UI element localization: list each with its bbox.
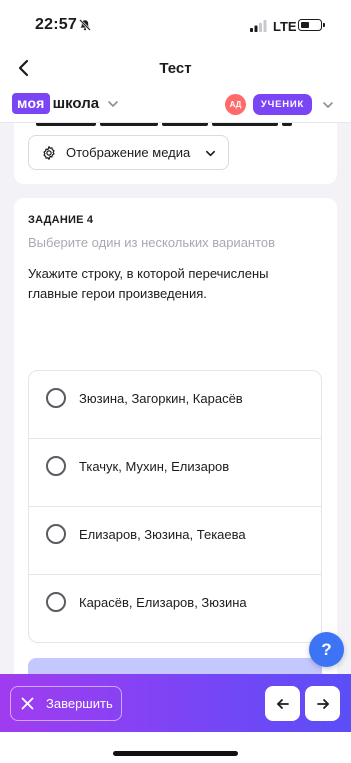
radio-button[interactable] (46, 456, 66, 476)
answer-option[interactable]: Ткачук, Мухин, Елизаров (29, 439, 321, 507)
chevron-down-icon[interactable] (322, 99, 334, 111)
media-display-button[interactable]: Отображение медиа (28, 135, 229, 170)
arrow-right-icon (316, 698, 329, 709)
app-header: моя школа АД УЧЕНИК (0, 88, 351, 123)
logo-part-2: школа (52, 95, 100, 112)
home-area (0, 732, 351, 763)
media-display-label: Отображение медиа (66, 145, 191, 160)
radio-button[interactable] (46, 592, 66, 612)
battery-icon (298, 19, 322, 31)
finish-button[interactable]: Завершить (10, 686, 122, 721)
question-icon: ? (321, 639, 332, 659)
answer-option[interactable]: Карасёв, Елизаров, Зюзина (29, 575, 321, 642)
task-question: Укажите строку, в которой перечислены гл… (28, 266, 269, 301)
next-task-button[interactable] (305, 686, 340, 721)
logo-menu[interactable]: моя школа (12, 93, 119, 114)
previous-task-card: Отображение медиа (14, 123, 337, 184)
answer-option-label: Карасёв, Елизаров, Зюзина (79, 595, 247, 610)
avatar[interactable]: АД (225, 94, 246, 115)
finish-label: Завершить (46, 696, 113, 711)
previous-task-button[interactable] (265, 686, 300, 721)
cut-off-heading (36, 123, 292, 126)
task-card: ЗАДАНИЕ 4 Выберите один из нескольких ва… (14, 198, 337, 698)
page-title: Тест (159, 60, 192, 77)
chevron-down-icon (108, 100, 118, 107)
gear-icon (43, 145, 55, 160)
radio-button[interactable] (46, 388, 66, 408)
help-button[interactable]: ? (309, 632, 344, 667)
nav-bar: Тест (0, 50, 351, 88)
task-number: ЗАДАНИЕ 4 (28, 214, 94, 226)
network-type: LTE (273, 19, 297, 34)
answer-option[interactable]: Зюзина, Загоркин, Карасёв (29, 371, 321, 439)
arrow-left-icon (276, 698, 289, 709)
answer-option-label: Ткачук, Мухин, Елизаров (79, 459, 230, 474)
battery-tip (323, 23, 325, 27)
answer-options: Зюзина, Загоркин, Карасёв Ткачук, Мухин,… (28, 370, 322, 643)
role-badge[interactable]: УЧЕНИК (253, 94, 312, 115)
bell-slash-icon (79, 19, 91, 31)
status-time: 22:57 (35, 16, 77, 33)
home-indicator[interactable] (113, 751, 238, 756)
bottom-bar: Завершить (0, 674, 351, 732)
signal-icon (250, 20, 267, 32)
task-hint: Выберите один из нескольких вариантов (28, 235, 276, 250)
answer-option[interactable]: Елизаров, Зюзина, Текаева (29, 507, 321, 575)
chevron-down-icon (206, 150, 215, 157)
radio-button[interactable] (46, 524, 66, 544)
logo-part-1: моя (12, 93, 50, 114)
status-bar: 22:57 LTE (0, 0, 351, 50)
close-icon (21, 697, 34, 710)
answer-option-label: Зюзина, Загоркин, Карасёв (79, 391, 243, 406)
answer-option-label: Елизаров, Зюзина, Текаева (79, 527, 246, 542)
